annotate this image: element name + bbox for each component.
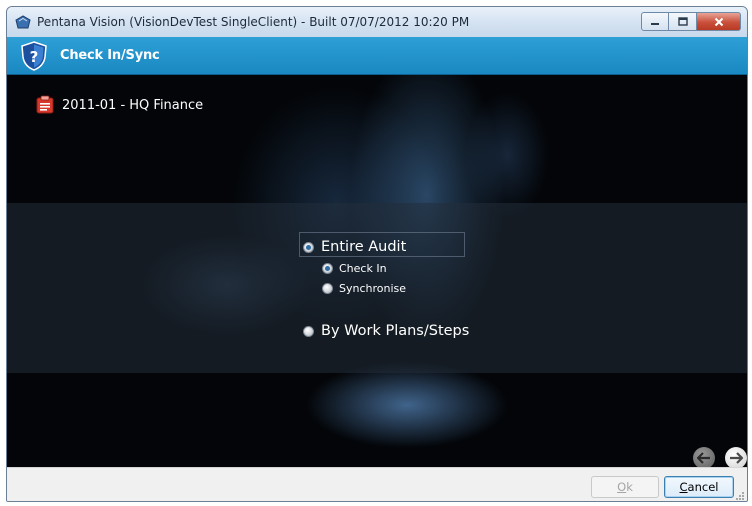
dialog-window: Pentana Vision (VisionDevTest SingleClie… xyxy=(6,6,748,502)
page-header: ? Check In/Sync xyxy=(7,37,747,75)
resize-grip-icon[interactable] xyxy=(735,491,745,501)
by-work-plans-label[interactable]: By Work Plans/Steps xyxy=(321,323,469,339)
by-work-plans-option[interactable]: By Work Plans/Steps xyxy=(303,323,469,339)
next-button[interactable] xyxy=(725,447,747,467)
synchronise-radio[interactable] xyxy=(322,283,333,294)
synchronise-label[interactable]: Synchronise xyxy=(339,282,406,295)
app-icon xyxy=(15,15,31,29)
ok-access-key: O xyxy=(617,480,627,494)
check-in-option[interactable]: Check In xyxy=(322,262,387,275)
audit-title: 2011-01 - HQ Finance xyxy=(35,95,203,115)
close-button[interactable] xyxy=(697,12,741,31)
arrow-left-icon xyxy=(697,452,710,464)
shield-question-icon: ? xyxy=(21,41,47,71)
window-controls xyxy=(641,12,741,31)
audit-label: 2011-01 - HQ Finance xyxy=(62,97,204,113)
arrow-right-icon xyxy=(730,452,743,464)
folder-audit-icon xyxy=(36,95,54,114)
dialog-footer: Ok Cancel xyxy=(7,467,747,501)
svg-text:?: ? xyxy=(30,48,39,66)
title-bar[interactable]: Pentana Vision (VisionDevTest SingleClie… xyxy=(7,7,747,37)
entire-audit-label[interactable]: Entire Audit xyxy=(321,239,406,255)
minimize-icon xyxy=(651,22,659,25)
by-work-plans-radio[interactable] xyxy=(303,325,314,337)
cancel-button[interactable]: Cancel xyxy=(664,476,734,498)
check-in-label[interactable]: Check In xyxy=(339,262,387,275)
entire-audit-option[interactable]: Entire Audit xyxy=(303,239,406,255)
maximize-button[interactable] xyxy=(669,12,697,31)
page-title: Check In/Sync xyxy=(60,48,160,63)
maximize-icon xyxy=(677,17,688,26)
synchronise-option[interactable]: Synchronise xyxy=(322,282,406,295)
cancel-access-key: C xyxy=(679,480,688,494)
window-title: Pentana Vision (VisionDevTest SingleClie… xyxy=(37,15,470,29)
ok-button[interactable]: Ok xyxy=(591,476,659,498)
content-area: 2011-01 - HQ Finance Entire Audit Check … xyxy=(7,75,747,467)
entire-audit-radio[interactable] xyxy=(303,241,314,253)
previous-button[interactable] xyxy=(693,447,715,467)
close-icon xyxy=(714,17,723,26)
minimize-button[interactable] xyxy=(641,12,669,31)
check-in-radio[interactable] xyxy=(322,263,333,274)
cancel-label-rest: ancel xyxy=(687,480,719,494)
ok-label-rest: k xyxy=(626,480,633,494)
